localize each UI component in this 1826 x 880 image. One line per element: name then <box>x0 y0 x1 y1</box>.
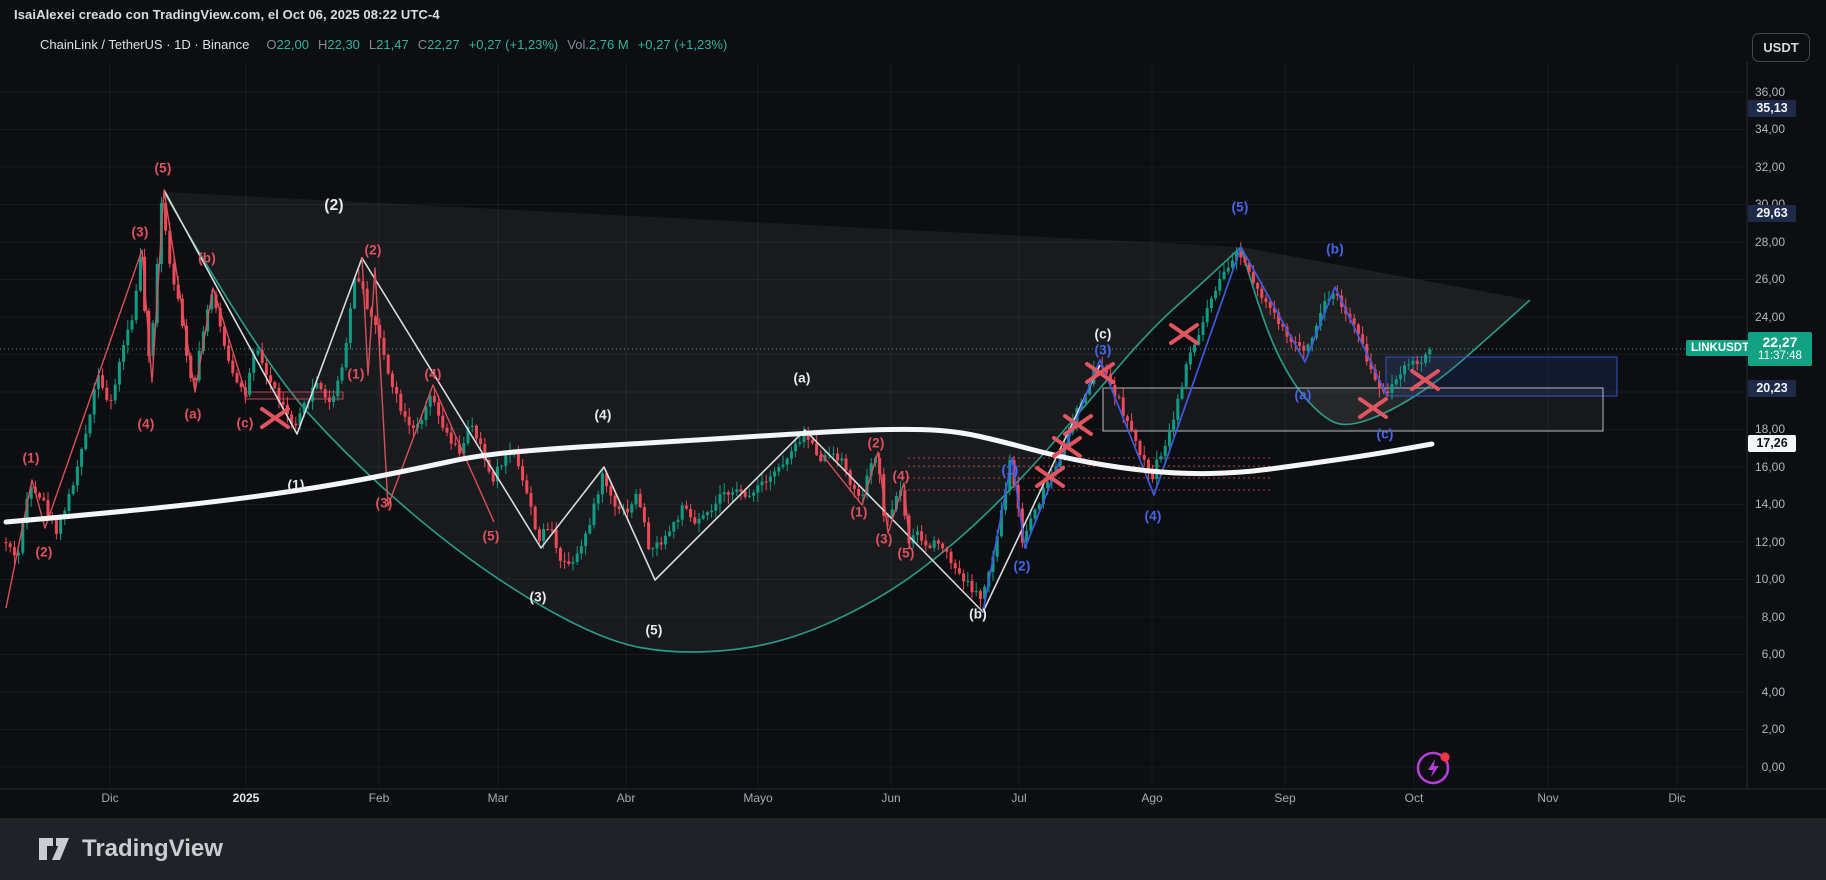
wave-label: (2) <box>364 242 382 258</box>
tradingview-logo[interactable]: TradingView <box>38 834 223 864</box>
wave-label: (4) <box>424 366 442 382</box>
price-tick: 2,00 <box>1761 722 1785 736</box>
time-tick: Jul <box>1011 791 1027 805</box>
price-level-badge: 35,13 <box>1748 100 1796 117</box>
wave-label: (b) <box>1326 241 1344 257</box>
time-tick: Dic <box>101 791 119 805</box>
wave-label: (5) <box>897 545 915 561</box>
wave-label: (3) <box>875 531 893 547</box>
tradingview-logo-icon <box>39 838 69 860</box>
wave-label: (2) <box>324 197 344 214</box>
time-tick: Jun <box>881 791 901 805</box>
wave-label: (1) <box>850 504 868 520</box>
wave-label: (5) <box>482 528 500 544</box>
wave-label: (1) <box>287 477 305 493</box>
wave-label: (b) <box>198 250 216 266</box>
time-tick: 2025 <box>232 791 260 805</box>
wave-label: (a) <box>793 370 811 386</box>
wave-label: (4) <box>1144 508 1162 524</box>
time-tick: Mayo <box>743 791 773 805</box>
price-line-symbol-tag: LINKUSDT <box>1686 340 1755 356</box>
chart-canvas[interactable] <box>0 0 1826 880</box>
price-tick: 12,00 <box>1754 535 1785 549</box>
price-tick: 26,00 <box>1754 272 1785 286</box>
time-tick: Feb <box>368 791 390 805</box>
bar-countdown: 11:37:48 <box>1758 350 1802 362</box>
last-price-value: 22,27 <box>1762 334 1798 350</box>
wave-label: (b) <box>969 606 987 622</box>
wave-label: (5) <box>645 622 663 638</box>
price-tick: 32,00 <box>1754 160 1785 174</box>
price-level-badge: 17,26 <box>1748 435 1796 452</box>
time-tick: Sep <box>1274 791 1296 805</box>
lightning-icon <box>1416 751 1450 785</box>
wave-label: (1) <box>1001 462 1019 478</box>
wave-label: (2) <box>1013 558 1031 574</box>
wave-label: (1) <box>22 450 40 466</box>
time-tick: Oct <box>1404 791 1424 805</box>
time-tick: Mar <box>487 791 509 805</box>
wave-label: (3) <box>375 495 393 511</box>
invalidation-x-mark <box>260 407 290 429</box>
wave-label: (2) <box>867 435 885 451</box>
wave-label: (2) <box>35 544 53 560</box>
tradingview-logo-text: TradingView <box>82 835 223 862</box>
price-tick: 0,00 <box>1761 760 1785 774</box>
price-tick: 36,00 <box>1754 85 1785 99</box>
tradingview-chart-window: IsaiAlexei creado con TradingView.com, e… <box>0 0 1826 880</box>
last-price-badge: 22,27 11:37:48 <box>1748 332 1812 366</box>
wave-label: (4) <box>137 416 155 432</box>
wave-label: (3) <box>529 589 547 605</box>
flash-indicator-button[interactable] <box>1412 747 1454 789</box>
wave-label: (4) <box>594 407 612 423</box>
price-tick: 24,00 <box>1754 310 1785 324</box>
wave-label: (a) <box>184 406 202 422</box>
price-tick: 34,00 <box>1754 122 1785 136</box>
price-tick: 18,00 <box>1754 422 1785 436</box>
price-tick: 8,00 <box>1761 610 1785 624</box>
price-tick: 6,00 <box>1761 647 1785 661</box>
price-tick: 4,00 <box>1761 685 1785 699</box>
wave-label: (4) <box>892 468 910 484</box>
wave-label: (3) <box>1094 342 1112 358</box>
time-tick: Ago <box>1141 791 1163 805</box>
time-tick: Dic <box>1668 791 1686 805</box>
price-level-badge: 20,23 <box>1748 380 1796 397</box>
wave-label: (5) <box>154 160 172 176</box>
time-tick: Nov <box>1537 791 1559 805</box>
wave-label: (a) <box>1294 387 1312 403</box>
time-tick: Abr <box>616 791 636 805</box>
price-tick: 16,00 <box>1754 460 1785 474</box>
price-level-badge: 29,63 <box>1748 205 1796 222</box>
wave-label: (1) <box>347 366 365 382</box>
wave-label: (5) <box>1231 199 1249 215</box>
price-tick: 28,00 <box>1754 235 1785 249</box>
price-tick: 10,00 <box>1754 572 1785 586</box>
bottom-bar: TradingView <box>0 818 1826 880</box>
wave-label: (c) <box>236 415 254 431</box>
invalidation-x-mark <box>1169 323 1199 345</box>
wave-label: (c) <box>1376 426 1394 442</box>
wave-label: (c) <box>1094 326 1112 342</box>
wave-label: (3) <box>131 224 149 240</box>
price-tick: 14,00 <box>1754 497 1785 511</box>
